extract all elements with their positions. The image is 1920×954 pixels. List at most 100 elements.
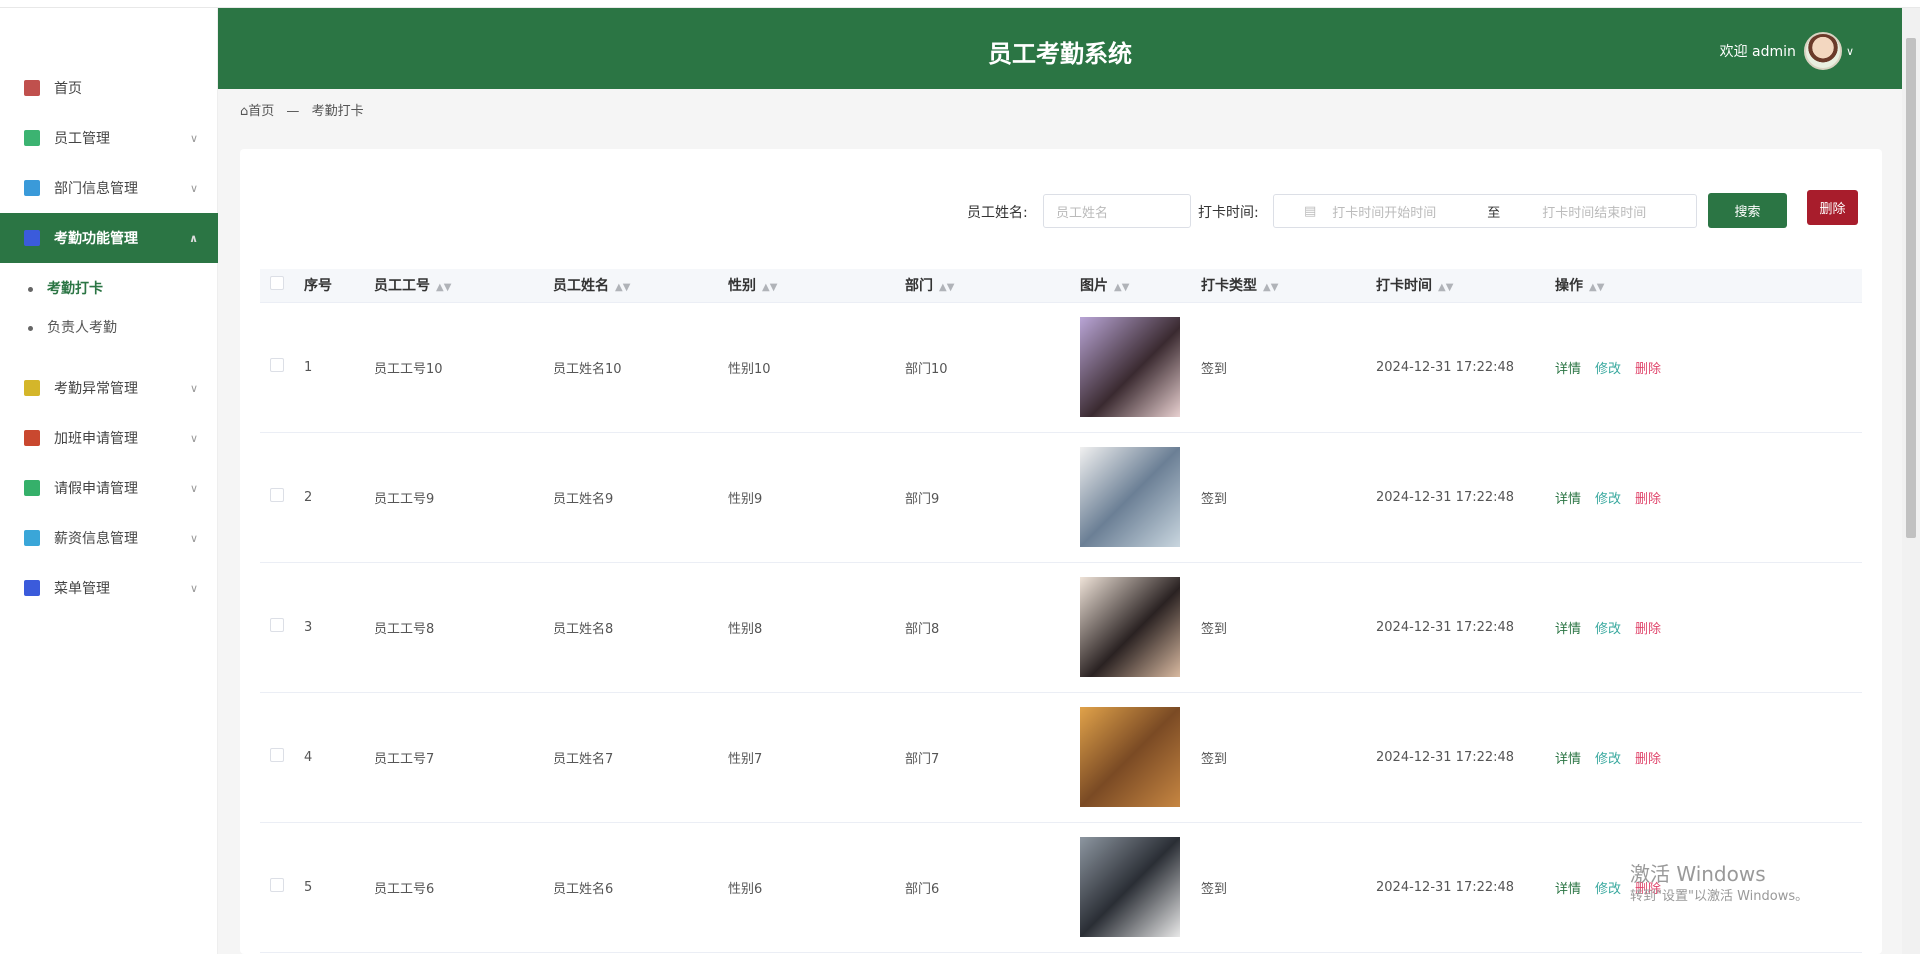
table-row: 3 员工工号8 员工姓名8 性别8 部门8 签到 2024-12-31 17:2… [260, 562, 1862, 693]
chevron-down-icon: ∨ [189, 131, 198, 145]
content-card: 员工姓名: 员工姓名 打卡时间: ▤ 打卡时间开始时间 至 打卡时间结束时间 搜… [240, 149, 1882, 954]
checkin-type: 签到 [1201, 302, 1376, 433]
delete-link[interactable]: 删除 [1635, 622, 1661, 637]
edit-link[interactable]: 修改 [1595, 362, 1621, 377]
department: 部门10 [905, 302, 1080, 433]
range-separator: 至 [1487, 205, 1501, 221]
gender: 性别8 [728, 562, 905, 693]
attendance-table: 序号 员工工号 ▲▼ 员工姓名 ▲▼ 性别 ▲▼ 部门 ▲▼ 图片 ▲▼ 打卡类型 ▲▼ 打卡时间 ▲▼ 操作… [260, 269, 1862, 953]
row-number: 2 [304, 432, 374, 563]
delete-link[interactable]: 删除 [1635, 492, 1661, 507]
column-header[interactable]: 打卡类型 ▲▼ [1201, 269, 1376, 303]
sidebar-item-8[interactable]: 菜单管理 ∨ [0, 563, 218, 613]
edit-link[interactable]: 修改 [1595, 622, 1621, 637]
browser-top-strip [0, 0, 1920, 8]
detail-link[interactable]: 详情 [1555, 882, 1581, 897]
scrollbar-thumb[interactable] [1906, 38, 1916, 538]
column-header[interactable]: 部门 ▲▼ [905, 269, 1080, 303]
gender: 性别6 [728, 822, 905, 953]
copy-icon [24, 430, 40, 446]
row-number: 5 [304, 822, 374, 953]
employee-name: 员工姓名6 [553, 822, 728, 953]
app-title: 员工考勤系统 [988, 40, 1132, 68]
employee-photo[interactable] [1080, 837, 1180, 937]
employee-name-input[interactable]: 员工姓名 [1043, 194, 1191, 228]
end-time-input[interactable]: 打卡时间结束时间 [1542, 202, 1646, 221]
chevron-down-icon[interactable]: ∨ [1846, 45, 1854, 58]
sidebar-item-label: 考勤功能管理 [54, 231, 138, 247]
sort-icon[interactable]: ▲▼ [615, 282, 630, 293]
sidebar-item-0[interactable]: 首页 [0, 63, 218, 113]
book-icon [24, 230, 40, 246]
detail-link[interactable]: 详情 [1555, 622, 1581, 637]
select-all-checkbox[interactable] [270, 276, 284, 291]
delete-link[interactable]: 删除 [1635, 752, 1661, 767]
column-header[interactable]: 员工姓名 ▲▼ [553, 269, 728, 303]
welcome-text: 欢迎 admin [1719, 44, 1796, 60]
detail-link[interactable]: 详情 [1555, 362, 1581, 377]
detail-link[interactable]: 详情 [1555, 492, 1581, 507]
sort-icon[interactable]: ▲▼ [1589, 282, 1604, 293]
batch-delete-button[interactable]: 删除 [1807, 190, 1858, 225]
sort-icon[interactable]: ▲▼ [762, 282, 777, 293]
delete-link[interactable]: 删除 [1635, 362, 1661, 377]
sidebar-item-label: 请假申请管理 [54, 481, 138, 497]
sidebar-item-2[interactable]: 部门信息管理 ∨ [0, 163, 218, 213]
table-row: 4 员工工号7 员工姓名7 性别7 部门7 签到 2024-12-31 17:2… [260, 692, 1862, 823]
sort-icon[interactable]: ▲▼ [1263, 282, 1278, 293]
search-button[interactable]: 搜索 [1708, 193, 1787, 228]
checkin-time: 2024-12-31 17:22:48 [1376, 562, 1555, 693]
sort-icon[interactable]: ▲▼ [1438, 282, 1453, 293]
department: 部门6 [905, 822, 1080, 953]
time-range-picker[interactable]: ▤ 打卡时间开始时间 至 打卡时间结束时间 [1273, 194, 1697, 228]
sidebar-item-label: 员工管理 [54, 131, 110, 147]
submenu-item-0[interactable]: 考勤打卡 [28, 278, 103, 298]
submenu-item-1[interactable]: 负责人考勤 [28, 317, 117, 337]
table-row: 2 员工工号9 员工姓名9 性别9 部门9 签到 2024-12-31 17:2… [260, 432, 1862, 563]
employee-name: 员工姓名9 [553, 432, 728, 563]
edit-link[interactable]: 修改 [1595, 882, 1621, 897]
avatar[interactable] [1803, 32, 1842, 70]
checkin-time: 2024-12-31 17:22:48 [1376, 432, 1555, 563]
employee-photo[interactable] [1080, 577, 1180, 677]
column-header[interactable]: 图片 ▲▼ [1080, 269, 1201, 303]
row-checkbox[interactable] [270, 878, 284, 892]
employee-photo[interactable] [1080, 317, 1180, 417]
employee-photo[interactable] [1080, 447, 1180, 547]
employee-id: 员工工号7 [374, 692, 553, 823]
page-scrollbar[interactable] [1902, 8, 1920, 954]
column-header[interactable]: 性别 ▲▼ [728, 269, 905, 303]
sidebar-item-6[interactable]: 请假申请管理 ∨ [0, 463, 218, 513]
sort-icon[interactable]: ▲▼ [939, 282, 954, 293]
breadcrumb-home[interactable]: 首页 [248, 104, 274, 119]
breadcrumb-separator: — [286, 104, 300, 119]
calendar-icon: ▤ [1304, 203, 1317, 219]
gender: 性别9 [728, 432, 905, 563]
row-checkbox[interactable] [270, 488, 284, 502]
row-checkbox[interactable] [270, 618, 284, 632]
row-checkbox[interactable] [270, 748, 284, 762]
start-time-input[interactable]: 打卡时间开始时间 [1332, 202, 1487, 221]
user-menu[interactable]: 欢迎 admin ∨ [1720, 32, 1854, 70]
home-icon [24, 80, 40, 96]
sidebar-item-5[interactable]: 加班申请管理 ∨ [0, 413, 218, 463]
sidebar: 首页 员工管理 ∨ 部门信息管理 ∨ 考勤功能管理 ∧ 考勤异常管理 ∨ 加班申请管理 ∨ 请假申请管… [0, 8, 218, 954]
edit-link[interactable]: 修改 [1595, 492, 1621, 507]
sidebar-item-label: 部门信息管理 [54, 181, 138, 197]
sort-icon[interactable]: ▲▼ [1114, 282, 1129, 293]
sidebar-item-4[interactable]: 考勤异常管理 ∨ [0, 363, 218, 413]
employee-photo[interactable] [1080, 707, 1180, 807]
gender: 性别10 [728, 302, 905, 433]
column-header[interactable]: 打卡时间 ▲▼ [1376, 269, 1555, 303]
column-header[interactable]: 员工工号 ▲▼ [374, 269, 553, 303]
table-row: 1 员工工号10 员工姓名10 性别10 部门10 签到 2024-12-31 … [260, 302, 1862, 433]
sort-icon[interactable]: ▲▼ [436, 282, 451, 293]
detail-link[interactable]: 详情 [1555, 752, 1581, 767]
sidebar-item-1[interactable]: 员工管理 ∨ [0, 113, 218, 163]
edit-link[interactable]: 修改 [1595, 752, 1621, 767]
sidebar-item-3[interactable]: 考勤功能管理 ∧ [0, 213, 218, 263]
row-checkbox[interactable] [270, 358, 284, 372]
employee-id: 员工工号10 [374, 302, 553, 433]
column-header[interactable]: 操作 ▲▼ [1555, 269, 1709, 303]
sidebar-item-7[interactable]: 薪资信息管理 ∨ [0, 513, 218, 563]
